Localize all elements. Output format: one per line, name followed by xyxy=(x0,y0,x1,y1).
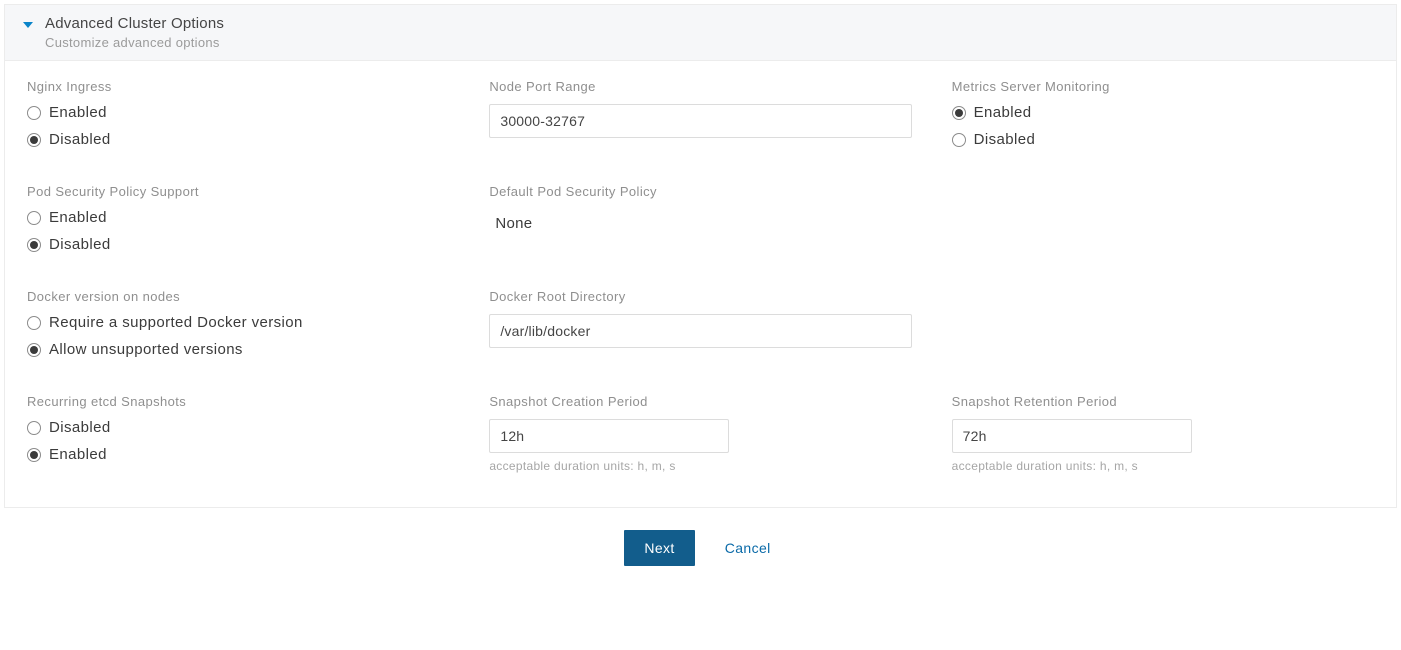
next-button[interactable]: Next xyxy=(624,530,694,566)
radio-label: Disabled xyxy=(49,131,111,148)
field-hint: acceptable duration units: h, m, s xyxy=(489,459,911,473)
node-port-range-input[interactable] xyxy=(489,104,911,138)
radio-icon xyxy=(952,106,966,120)
default-psp-field: Default Pod Security Policy None xyxy=(489,184,911,253)
nginx-ingress-disabled-radio[interactable]: Disabled xyxy=(27,131,449,148)
radio-icon xyxy=(27,211,41,225)
default-psp-value: None xyxy=(489,209,911,232)
radio-label: Disabled xyxy=(974,131,1036,148)
radio-label: Disabled xyxy=(49,419,111,436)
field-label: Nginx Ingress xyxy=(27,79,449,94)
radio-icon xyxy=(27,421,41,435)
field-label: Snapshot Retention Period xyxy=(952,394,1374,409)
cancel-button[interactable]: Cancel xyxy=(719,539,777,557)
caret-down-icon xyxy=(23,22,33,28)
snapshot-retention-field: Snapshot Retention Period acceptable dur… xyxy=(952,394,1374,473)
snapshot-retention-input[interactable] xyxy=(952,419,1192,453)
pod-security-field: Pod Security Policy Support Enabled Disa… xyxy=(27,184,449,253)
etcd-snapshots-disabled-radio[interactable]: Disabled xyxy=(27,419,449,436)
field-label: Snapshot Creation Period xyxy=(489,394,911,409)
metrics-server-disabled-radio[interactable]: Disabled xyxy=(952,131,1374,148)
radio-label: Enabled xyxy=(49,209,107,226)
snapshot-creation-input[interactable] xyxy=(489,419,729,453)
field-label: Default Pod Security Policy xyxy=(489,184,911,199)
radio-icon xyxy=(27,448,41,462)
etcd-snapshots-field: Recurring etcd Snapshots Disabled Enable… xyxy=(27,394,449,473)
radio-icon xyxy=(27,106,41,120)
radio-label: Enabled xyxy=(974,104,1032,121)
radio-icon xyxy=(952,133,966,147)
panel-title: Advanced Cluster Options xyxy=(45,15,224,32)
radio-label: Allow unsupported versions xyxy=(49,341,243,358)
docker-version-field: Docker version on nodes Require a suppor… xyxy=(27,289,449,358)
field-label: Docker version on nodes xyxy=(27,289,449,304)
panel-subtitle: Customize advanced options xyxy=(45,35,224,50)
node-port-range-field: Node Port Range xyxy=(489,79,911,148)
field-label: Pod Security Policy Support xyxy=(27,184,449,199)
radio-label: Enabled xyxy=(49,446,107,463)
field-label: Metrics Server Monitoring xyxy=(952,79,1374,94)
nginx-ingress-enabled-radio[interactable]: Enabled xyxy=(27,104,449,121)
radio-icon xyxy=(27,133,41,147)
footer-actions: Next Cancel xyxy=(0,512,1401,576)
radio-icon xyxy=(27,343,41,357)
radio-label: Require a supported Docker version xyxy=(49,314,303,331)
metrics-server-field: Metrics Server Monitoring Enabled Disabl… xyxy=(952,79,1374,148)
docker-root-field: Docker Root Directory xyxy=(489,289,911,358)
pod-security-disabled-radio[interactable]: Disabled xyxy=(27,236,449,253)
field-label: Recurring etcd Snapshots xyxy=(27,394,449,409)
radio-label: Enabled xyxy=(49,104,107,121)
field-label: Node Port Range xyxy=(489,79,911,94)
field-label: Docker Root Directory xyxy=(489,289,911,304)
snapshot-creation-field: Snapshot Creation Period acceptable dura… xyxy=(489,394,911,473)
etcd-snapshots-enabled-radio[interactable]: Enabled xyxy=(27,446,449,463)
nginx-ingress-field: Nginx Ingress Enabled Disabled xyxy=(27,79,449,148)
advanced-cluster-options-panel: Advanced Cluster Options Customize advan… xyxy=(4,4,1397,508)
radio-icon xyxy=(27,316,41,330)
docker-root-input[interactable] xyxy=(489,314,911,348)
docker-version-allow-radio[interactable]: Allow unsupported versions xyxy=(27,341,449,358)
panel-body: Nginx Ingress Enabled Disabled Node Port… xyxy=(5,61,1396,507)
field-hint: acceptable duration units: h, m, s xyxy=(952,459,1374,473)
docker-version-require-radio[interactable]: Require a supported Docker version xyxy=(27,314,449,331)
panel-header[interactable]: Advanced Cluster Options Customize advan… xyxy=(5,5,1396,61)
metrics-server-enabled-radio[interactable]: Enabled xyxy=(952,104,1374,121)
radio-icon xyxy=(27,238,41,252)
pod-security-enabled-radio[interactable]: Enabled xyxy=(27,209,449,226)
radio-label: Disabled xyxy=(49,236,111,253)
